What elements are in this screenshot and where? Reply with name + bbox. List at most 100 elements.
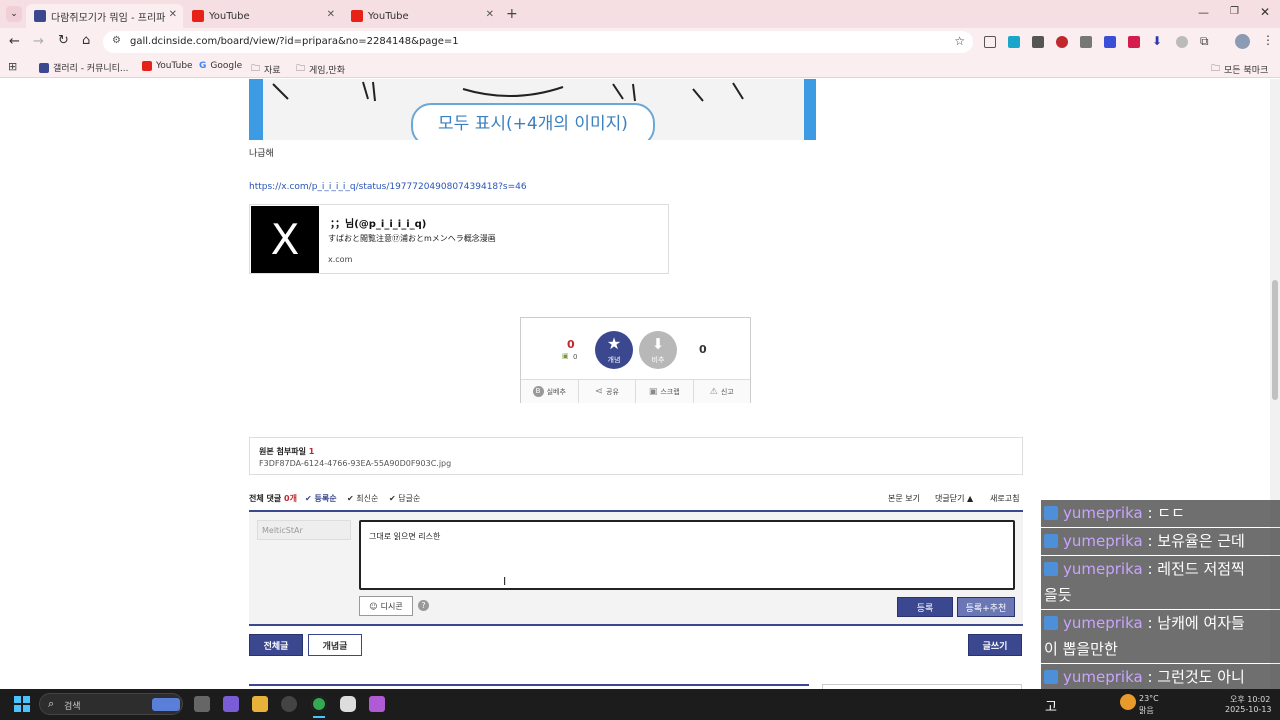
attachment-file-link[interactable]: F3DF87DA-6124-4766-93EA-55A90D0F903C.jpg (259, 459, 451, 468)
chat-username: yumeprika (1063, 668, 1143, 686)
submit-recommend-button[interactable]: 등록+추천 (957, 597, 1015, 617)
extension-gray-icon[interactable] (1176, 36, 1188, 48)
reload-icon[interactable]: ↻ (58, 33, 69, 48)
close-icon[interactable]: ✕ (486, 9, 494, 20)
chat-username: yumeprika (1063, 532, 1143, 550)
restore-button[interactable]: ❐ (1230, 6, 1239, 17)
attachment-title: 원본 첨부파일 1 (259, 446, 314, 457)
chat-text: : ㄷㄷ (1142, 504, 1185, 522)
report-button[interactable]: ⚠ 신고 (694, 380, 751, 403)
sort-replies[interactable]: ✔ 답글순 (389, 493, 420, 504)
translate-icon[interactable] (984, 36, 996, 48)
extension-record-icon[interactable] (1056, 36, 1068, 48)
all-posts-button[interactable]: 전체글 (249, 634, 303, 656)
tab-youtube-2[interactable]: YouTube ✕ (343, 4, 500, 28)
youtube-icon (351, 10, 363, 22)
post-image[interactable]: 모두 표시(+4개의 이미지) (249, 79, 816, 140)
weather-icon[interactable] (1120, 694, 1136, 710)
tab-youtube-1[interactable]: YouTube ✕ (184, 4, 341, 28)
sort-registered[interactable]: ✔ 등록순 (305, 493, 337, 504)
menu-icon[interactable]: ⋮ (1262, 33, 1274, 47)
extension-store-icon[interactable] (1080, 36, 1092, 48)
sort-latest[interactable]: ✔ 최신순 (347, 493, 378, 504)
view-body-link[interactable]: 본문 보기 (888, 493, 920, 504)
comment-textarea[interactable]: 그대로 읽으면 리스한 (359, 520, 1015, 590)
bookmark-all[interactable]: 🗀 모든 북마크 (1211, 61, 1268, 77)
forward-icon[interactable]: → (33, 34, 44, 49)
scrollbar-thumb[interactable] (1272, 280, 1278, 400)
app-dark-icon[interactable] (281, 696, 297, 712)
bookmark-youtube[interactable]: YouTube (142, 61, 193, 71)
extension-red-icon[interactable] (1128, 36, 1140, 48)
extension-pen-icon[interactable] (1104, 36, 1116, 48)
best-recommend-button[interactable]: B 실베추 (521, 380, 579, 403)
site-info-icon[interactable]: ⚙ (112, 35, 121, 46)
action-label: 공유 (606, 387, 619, 396)
new-tab-button[interactable]: + (506, 6, 518, 22)
write-button[interactable]: 글쓰기 (968, 634, 1022, 656)
search-placeholder: 검색 (64, 702, 81, 712)
search-icon: ⌕ (48, 697, 55, 710)
taskbar-search[interactable]: ⌕ 검색 (39, 693, 183, 715)
apps-icon[interactable]: ⊞ (8, 60, 17, 73)
dccon-button[interactable]: ☺ 디시콘 (359, 596, 413, 616)
bookmark-folder-games[interactable]: 🗀 게임,만화 (296, 61, 345, 77)
close-icon[interactable]: ✕ (327, 9, 335, 20)
extension-calendar-icon[interactable] (1032, 36, 1044, 48)
youtube-icon (192, 10, 204, 22)
copilot-icon[interactable] (223, 696, 239, 712)
bookmark-label: Google (210, 61, 243, 71)
bookmark-gallery[interactable]: 갤러리 - 커뮤니티... (39, 61, 129, 74)
sort-label: 답글순 (398, 494, 421, 503)
downvote-label: 비추 (651, 356, 665, 364)
downvote-button[interactable]: ⬇ 비추 (639, 331, 677, 369)
chat-username: yumeprika (1063, 614, 1143, 632)
close-window-button[interactable]: ✕ (1260, 5, 1270, 19)
submit-comment-button[interactable]: 등록 (897, 597, 953, 617)
tab-title: YouTube (209, 10, 250, 22)
upvote-button[interactable]: ★ 개념 (595, 331, 633, 369)
chat-text: : 보유율은 근데 (1142, 532, 1245, 550)
concept-posts-button[interactable]: 개념글 (308, 634, 362, 656)
embed-title: ；；님(@p_i_i_i_i_q) (330, 219, 427, 230)
x-embed-card[interactable]: X ；；님(@p_i_i_i_i_q) すばおと閲覧注意⑰浦おとmメンヘラ概念漫… (249, 204, 669, 274)
home-icon[interactable]: ⌂ (82, 33, 90, 48)
bookmark-star-icon[interactable]: ☆ (954, 34, 965, 48)
refresh-link[interactable]: 새로고침 (990, 493, 1019, 504)
file-explorer-icon[interactable] (252, 696, 268, 712)
ime-indicator[interactable]: 고 (1045, 696, 1057, 715)
chrome-icon[interactable] (311, 696, 327, 712)
download-icon[interactable]: ⬇ (1152, 34, 1162, 48)
chat-message: yumeprika : 남캐에 여자들 이 뽑을만한 (1041, 610, 1280, 663)
line-icon[interactable] (340, 696, 356, 712)
scrap-button[interactable]: ▣ 스크랩 (636, 380, 694, 403)
share-button[interactable]: ⋖ 공유 (579, 380, 636, 403)
comment-total-label: 전체 댓글 (249, 494, 282, 503)
post-link[interactable]: https://x.com/p_i_i_i_i_q/status/1977720… (249, 182, 527, 192)
minimize-button[interactable]: — (1198, 6, 1209, 19)
post-text: 나급해 (249, 149, 274, 159)
show-all-images-button[interactable]: 모두 표시(+4개의 이미지) (411, 103, 655, 140)
clock-time[interactable]: 오후 10:02 (1230, 694, 1270, 705)
back-icon[interactable]: ← (9, 34, 20, 49)
bookmark-google[interactable]: G Google (199, 61, 242, 71)
tab-search-button[interactable]: ⌄ (6, 6, 22, 22)
task-view-icon[interactable] (194, 696, 210, 712)
help-icon[interactable]: ? (418, 600, 429, 611)
nickname-field[interactable]: MelticStAr (257, 520, 351, 540)
tab-title: 다람쥐모기가 뭐임 - 프리파라 (51, 12, 166, 24)
close-comments-link[interactable]: 댓글닫기 ▲ (935, 493, 973, 504)
profile-avatar[interactable] (1235, 34, 1250, 49)
address-bar[interactable]: ⚙ gall.dcinside.com/board/view/?id=pripa… (103, 31, 973, 53)
taskbar (0, 689, 1280, 720)
clock-date[interactable]: 2025-10-13 (1225, 705, 1272, 714)
tab-pripara[interactable]: 다람쥐모기가 뭐임 - 프리파라 ✕ (26, 4, 183, 28)
windows-start-icon[interactable] (14, 696, 30, 712)
bookmark-folder-data[interactable]: 🗀 자료 (251, 61, 281, 77)
bookmark-label: 자료 (264, 65, 281, 76)
game-icon[interactable] (369, 696, 385, 712)
extension-e-icon[interactable] (1008, 36, 1020, 48)
vote-actions: B 실베추 ⋖ 공유 ▣ 스크랩 ⚠ 신고 (521, 379, 750, 403)
close-icon[interactable]: ✕ (169, 9, 177, 20)
puzzle-icon[interactable]: ⧉ (1200, 34, 1209, 49)
